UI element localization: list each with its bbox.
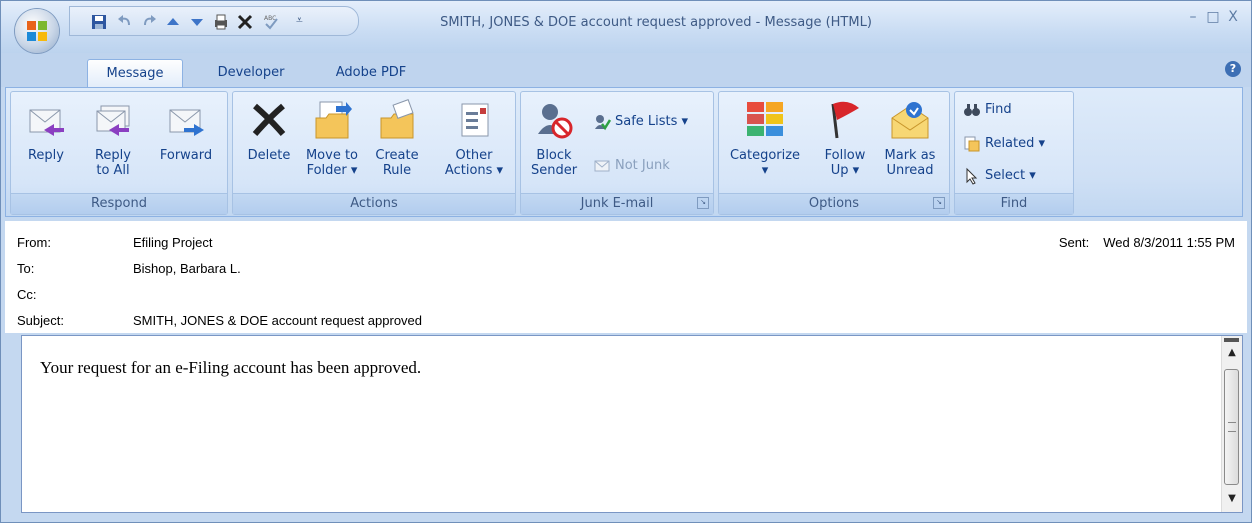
reply-all-icon [96,105,130,136]
from-label: From: [17,235,51,250]
ribbon: Reply Reply to All Forward Respond Delete… [5,87,1243,217]
help-icon[interactable]: ? [1225,61,1241,77]
from-value[interactable]: Efiling Project [133,235,212,250]
create-rule-icon [380,99,414,139]
subject-value: SMITH, JONES & DOE account request appro… [133,313,423,328]
cursor-arrow-icon [966,167,978,185]
not-junk-button[interactable]: Not Junk [593,156,670,176]
categorize-icon [747,102,783,136]
block-sender-icon [538,104,573,139]
related-icon [964,136,980,151]
office-button[interactable] [15,9,59,53]
group-options: Categorize ▾ Follow Up ▾ Mark as Unread Opt… [718,91,950,215]
print-icon[interactable] [212,13,230,31]
to-value[interactable]: Bishop, Barbara L. [133,261,241,276]
create-rule-button[interactable]: Create Rule [367,98,427,178]
binoculars-icon [964,103,980,116]
office-logo-icon [27,21,47,41]
maximize-button[interactable]: □ [1205,9,1221,25]
group-junk-email: Block Sender Safe Lists ▾ Not Junk Junk E… [520,91,714,215]
undo-icon[interactable] [116,13,134,31]
delete-icon[interactable] [236,13,254,31]
group-label-find: Find [955,193,1073,214]
save-icon[interactable] [90,13,108,31]
tab-developer[interactable]: Developer [197,59,305,87]
minimize-button[interactable]: – [1185,9,1201,25]
vertical-scrollbar[interactable]: ▲ ▼ [1221,336,1242,512]
group-label-options: Options [719,193,949,214]
tab-adobe-pdf[interactable]: Adobe PDF [319,59,423,87]
scrollbar-grip-icon [1228,422,1236,432]
sent-info: Sent: Wed 8/3/2011 1:55 PM [1059,235,1235,250]
ribbon-tab-bar: Message Developer Adobe PDF [1,53,1251,87]
other-actions-icon [461,103,489,137]
junk-email-dialog-launcher[interactable]: ↘ [697,197,709,209]
select-button[interactable]: Select ▾ [963,166,1036,186]
message-body-text: Your request for an e-Filing account has… [40,358,422,377]
group-label-junk-email: Junk E-mail [521,193,713,214]
previous-item-icon[interactable] [164,13,182,31]
safe-lists-button[interactable]: Safe Lists ▾ [593,112,688,132]
reply-button[interactable]: Reply [17,98,75,163]
cc-label: Cc: [17,287,37,302]
move-to-folder-icon [315,101,352,139]
next-item-icon[interactable] [188,13,206,31]
scrollbar-thumb[interactable] [1224,369,1239,485]
scrollbar-split-handle[interactable] [1224,338,1239,342]
sent-value: Wed 8/3/2011 1:55 PM [1103,235,1235,250]
customize-qat-dropdown[interactable]: ⩡ [296,13,303,28]
scroll-up-arrow[interactable]: ▲ [1225,346,1239,360]
group-actions: Delete Move to Folder ▾ Create Rule Other A… [232,91,516,215]
message-header: From: Efiling Project To: Bishop, Barbar… [5,221,1247,333]
safe-lists-icon [595,114,611,130]
tab-message[interactable]: Message [87,59,183,87]
find-button[interactable]: Find [963,100,1012,120]
group-respond: Reply Reply to All Forward Respond [10,91,228,215]
delete-button[interactable]: Delete [241,98,297,163]
scroll-down-arrow[interactable]: ▼ [1225,492,1239,506]
follow-up-flag-icon [831,101,859,139]
group-find: Find Related ▾ Select ▾ Find [954,91,1074,215]
categorize-button[interactable]: Categorize ▾ [725,98,805,178]
spelling-icon[interactable]: ABC [262,13,280,31]
to-label: To: [17,261,35,276]
reply-all-button[interactable]: Reply to All [83,98,143,178]
move-to-folder-button[interactable]: Move to Folder ▾ [299,98,365,178]
window-controls: – □ X [1181,9,1241,25]
group-label-actions: Actions [233,193,515,214]
delete-x-icon [252,103,286,136]
options-dialog-launcher[interactable]: ↘ [933,197,945,209]
not-junk-icon [594,160,610,171]
follow-up-button[interactable]: Follow Up ▾ [815,98,875,178]
forward-button[interactable]: Forward [151,98,221,163]
mark-as-unread-button[interactable]: Mark as Unread [877,98,943,178]
mark-as-unread-icon [891,102,929,139]
group-label-respond: Respond [11,193,227,214]
subject-label: Subject: [17,313,64,328]
reply-icon [29,109,64,136]
quick-access-toolbar: ABC ⩡ [69,6,359,36]
forward-icon [169,109,204,136]
other-actions-button[interactable]: Other Actions ▾ [439,98,509,178]
close-button[interactable]: X [1225,9,1241,25]
message-body[interactable]: Your request for an e-Filing account has… [21,335,1243,513]
sent-label: Sent: [1058,235,1090,250]
related-button[interactable]: Related ▾ [963,134,1045,154]
outlook-message-window: SMITH, JONES & DOE account request appro… [0,0,1252,523]
block-sender-button[interactable]: Block Sender [525,98,583,178]
redo-icon[interactable] [140,13,158,31]
title-bar: SMITH, JONES & DOE account request appro… [1,1,1251,53]
